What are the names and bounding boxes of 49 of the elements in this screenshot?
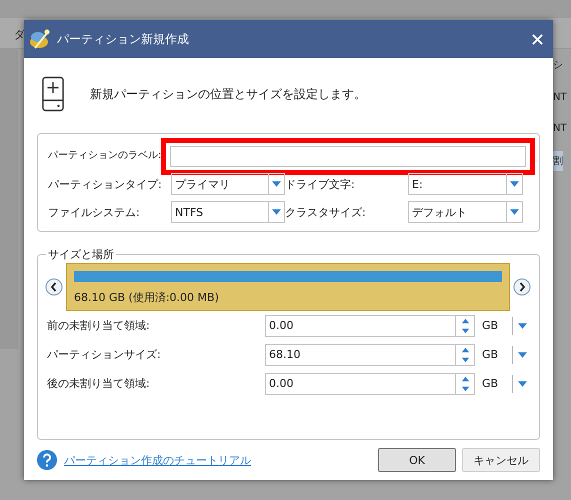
field-label: ドライブ文字: xyxy=(285,176,356,192)
help-icon[interactable] xyxy=(37,450,57,470)
spin-field[interactable]: 68.10 xyxy=(265,344,475,366)
field-label: クラスタサイズ: xyxy=(285,204,367,220)
partition-caption: 68.10 GB (使用済:0.00 MB) xyxy=(74,290,220,305)
field-label: パーティションタイプ: xyxy=(48,176,163,192)
table-cell[interactable]: シ xyxy=(553,55,563,75)
caret-icon xyxy=(510,181,519,187)
unit-label: GB xyxy=(482,319,500,332)
dropdown[interactable]: NTFS xyxy=(171,201,285,223)
field-label: パーティションのラベル: xyxy=(48,149,162,163)
field-label: 後の未割り当て領域: xyxy=(47,376,151,391)
caret-icon xyxy=(510,209,519,215)
field-label: パーティションサイズ: xyxy=(47,347,162,362)
table-cell[interactable]: 割 xyxy=(553,151,563,171)
caret-icon xyxy=(272,181,281,187)
input-field[interactable] xyxy=(170,146,526,166)
scroll-bar[interactable] xyxy=(0,49,18,349)
field-label: 前の未割り当て領域: xyxy=(47,318,151,333)
group-title: サイズと場所 xyxy=(46,247,116,262)
tutorial-link[interactable]: パーティション作成のチュートリアル xyxy=(64,452,371,468)
app-label: ダ xyxy=(14,28,25,41)
close-icon[interactable] xyxy=(532,34,543,44)
table-cell[interactable]: NT xyxy=(553,89,567,106)
field-label: ファイルシステム: xyxy=(48,204,141,220)
spin-field[interactable]: 0.00 xyxy=(265,314,475,336)
unit-label: GB xyxy=(482,348,500,361)
spinner-arrows-icon[interactable] xyxy=(460,346,470,364)
caret-icon xyxy=(518,380,527,386)
wizard-icon xyxy=(29,28,51,50)
unit-dropdown[interactable] xyxy=(512,346,527,364)
spinner-arrows-icon[interactable] xyxy=(460,316,470,334)
spin-field[interactable]: 0.00 xyxy=(265,372,475,394)
dropdown[interactable]: プライマリ xyxy=(171,173,285,195)
unit-dropdown[interactable] xyxy=(512,316,527,334)
caret-icon xyxy=(272,209,281,215)
instruction-text: 新規パーティションの位置とサイズを設定します。 xyxy=(90,86,366,102)
unit-label: GB xyxy=(482,377,500,390)
spinner-arrows-icon[interactable] xyxy=(460,374,470,392)
dialog-button[interactable]: OK xyxy=(378,448,456,472)
unit-dropdown[interactable] xyxy=(512,374,527,392)
caret-icon xyxy=(518,322,527,328)
window-title: パーティション新規作成 xyxy=(57,30,190,48)
dialog-button[interactable]: キャンセル xyxy=(462,448,540,472)
dropdown[interactable]: デフォルト xyxy=(408,201,523,223)
partition-block[interactable]: 68.10 GB (使用済:0.00 MB) xyxy=(66,263,510,311)
dropdown[interactable]: E: xyxy=(408,173,523,195)
caret-icon xyxy=(518,352,527,358)
table-cell[interactable]: NT xyxy=(553,120,567,137)
